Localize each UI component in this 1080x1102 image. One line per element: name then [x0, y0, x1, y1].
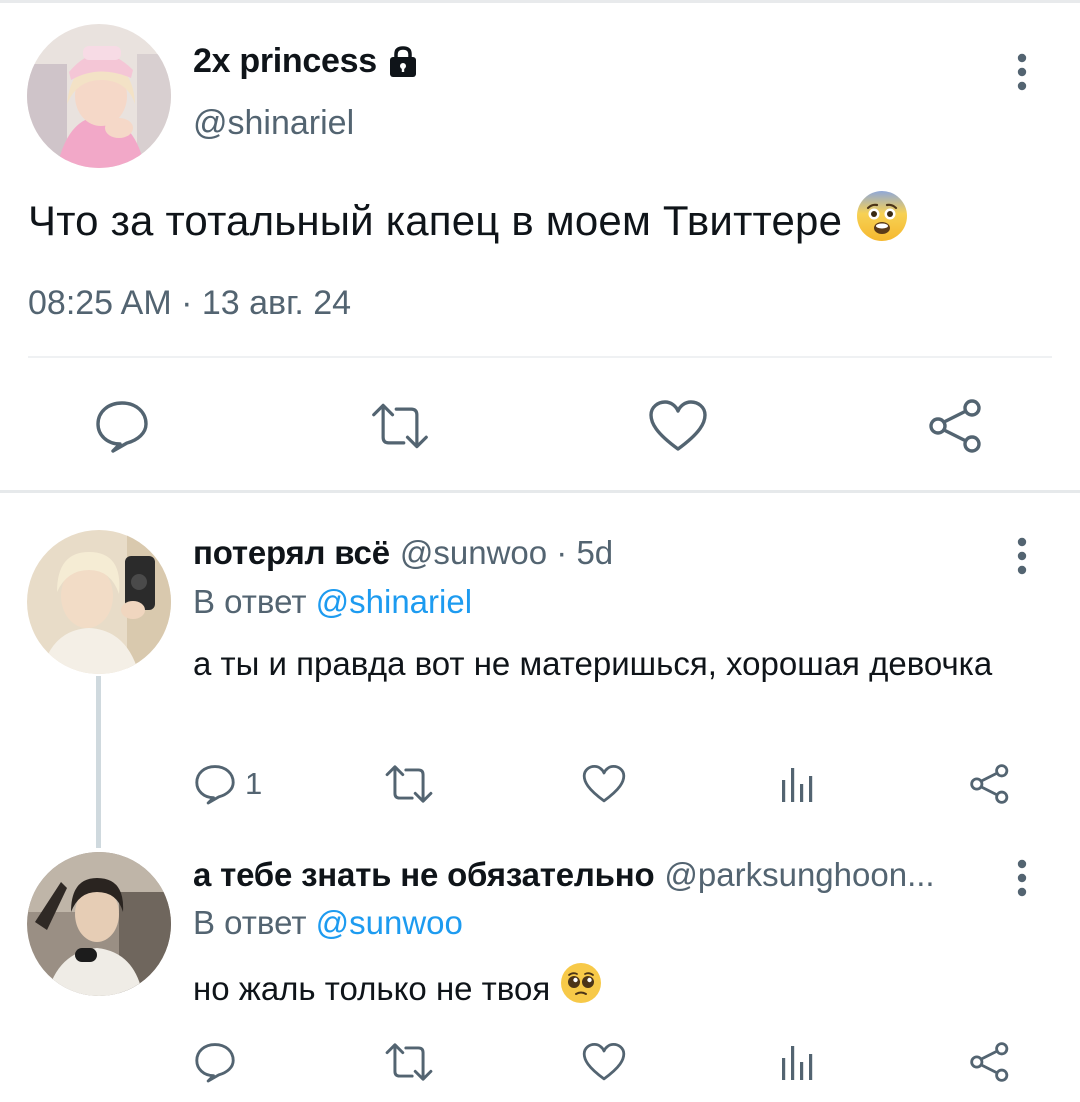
views-button[interactable]	[776, 760, 816, 808]
more-icon[interactable]	[1016, 52, 1028, 92]
reply-avatar[interactable]	[27, 530, 171, 674]
reply-display-name[interactable]: потерял всё	[193, 534, 390, 572]
main-display-name[interactable]: 2x princess	[193, 42, 421, 81]
reply-to-mention[interactable]: @shinariel	[316, 583, 472, 620]
share-icon	[970, 1042, 1009, 1082]
reply-display-name[interactable]: а тебе знать не обязательно	[193, 856, 655, 894]
retweet-icon	[385, 765, 433, 803]
views-icon	[782, 1046, 813, 1080]
share-icon	[970, 764, 1009, 804]
retweet-icon	[372, 403, 428, 449]
reply-icon	[195, 765, 235, 805]
reply-button[interactable]	[92, 396, 152, 456]
main-handle[interactable]: @shinariel	[193, 104, 354, 143]
retweet-icon	[385, 1043, 433, 1081]
main-tweet: 2x princess @shinariel Что за тотальный …	[0, 0, 1080, 480]
reply-to-line: В ответ @sunwoo	[193, 904, 463, 942]
main-avatar[interactable]	[27, 24, 171, 168]
like-icon	[582, 1043, 626, 1081]
like-icon	[649, 400, 707, 451]
retweet-button[interactable]	[384, 760, 434, 808]
like-button[interactable]	[582, 760, 626, 808]
reply-to-label: В ответ	[193, 583, 307, 620]
reply-button[interactable]: 1	[193, 760, 262, 808]
reply-to-mention[interactable]: @sunwoo	[316, 904, 463, 941]
main-timestamp[interactable]: 08:25 AM · 13 авг. 24	[28, 284, 351, 323]
thread-line	[96, 676, 101, 848]
retweet-button[interactable]	[384, 1038, 434, 1086]
main-tweet-text-body: Что за тотальный капец в моем Твиттере	[28, 197, 843, 244]
reply-to-line: В ответ @shinariel	[193, 583, 472, 621]
pleading-face-emoji-icon	[560, 962, 602, 1014]
reply-text-body: но жаль только не твоя	[193, 969, 551, 1007]
reply-icon	[96, 401, 148, 453]
like-button[interactable]	[648, 396, 708, 456]
retweet-button[interactable]	[370, 396, 430, 456]
section-separator	[0, 490, 1080, 493]
reply-header: а тебе знать не обязательно @parksunghoo…	[193, 856, 935, 894]
main-tweet-text: Что за тотальный капец в моем Твиттере	[28, 190, 908, 252]
reply-to-label: В ответ	[193, 904, 307, 941]
more-icon[interactable]	[1016, 536, 1028, 576]
more-icon[interactable]	[1016, 858, 1028, 898]
views-button[interactable]	[776, 1038, 816, 1086]
main-divider	[28, 356, 1052, 358]
reply-count: 1	[245, 766, 263, 801]
views-icon	[782, 768, 813, 802]
reply-button[interactable]	[193, 1038, 237, 1086]
reply-header: потерял всё @sunwoo · 5d	[193, 534, 613, 572]
tweet-detail-page: 2x princess @shinariel Что за тотальный …	[0, 0, 1080, 1102]
like-icon	[582, 765, 626, 803]
reply-handle-time[interactable]: @sunwoo · 5d	[400, 534, 613, 572]
like-button[interactable]	[582, 1038, 626, 1086]
reply-handle-time[interactable]: @parksunghoon...	[664, 856, 934, 894]
share-button[interactable]	[968, 760, 1012, 808]
share-icon	[929, 399, 981, 453]
share-button[interactable]	[968, 1038, 1012, 1086]
main-name-text: 2x princess	[193, 42, 377, 80]
reply-text: но жаль только не твоя	[193, 962, 993, 1014]
reply-avatar[interactable]	[27, 852, 171, 996]
lock-icon	[385, 44, 421, 80]
share-button[interactable]	[926, 396, 986, 456]
reply-icon	[195, 1043, 235, 1083]
fearful-face-emoji-icon	[856, 190, 908, 252]
reply-text: а ты и правда вот не материшься, хорошая…	[193, 645, 993, 682]
